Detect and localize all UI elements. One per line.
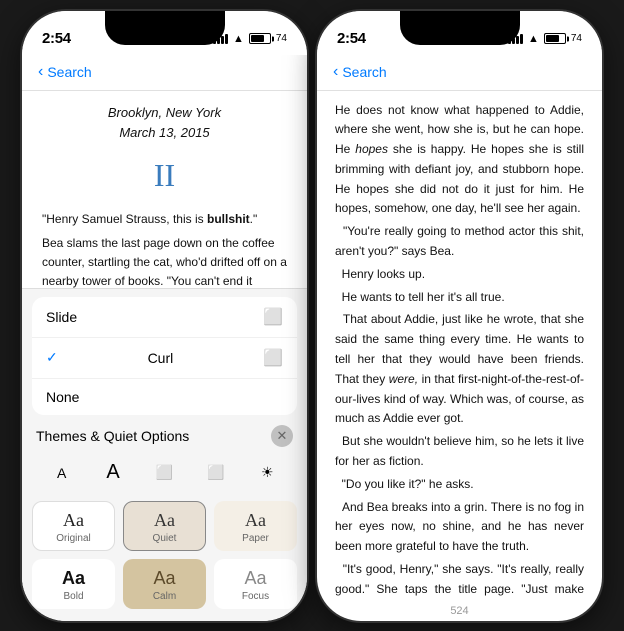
theme-paper[interactable]: Aa Paper (214, 501, 297, 551)
theme-label-paper: Paper (242, 533, 269, 544)
theme-label-original: Original (56, 533, 90, 544)
close-button[interactable]: ✕ (271, 425, 293, 447)
para-0: "Henry Samuel Strauss, this is bullshit.… (42, 210, 287, 229)
nav-back-label-right: Search (342, 64, 386, 80)
themes-header: Themes & Quiet Options ✕ (22, 419, 307, 451)
rp-3: He wants to tell her it's all true. (335, 288, 584, 308)
curl-icon: ⬜ (263, 348, 283, 368)
header-line2: March 13, 2015 (42, 123, 287, 143)
brightness-icon: ☀ (261, 464, 274, 481)
phones-container: 2:54 ▲ 74 ‹ (0, 0, 624, 631)
back-button-left[interactable]: ‹ Search (38, 63, 92, 81)
nav-bar-left: ‹ Search (22, 55, 307, 91)
font-style-button[interactable]: ⬜ (148, 457, 180, 489)
font-style-icon: ⬜ (156, 464, 173, 481)
status-icons-left: ▲ 74 (213, 33, 287, 45)
rp-6: "Do you like it?" he asks. (335, 475, 584, 495)
nav-back-label: Search (47, 64, 91, 80)
page-number: 524 (317, 601, 602, 621)
back-button-right[interactable]: ‹ Search (333, 63, 387, 81)
wifi-icon: ▲ (233, 33, 244, 45)
rp-8: "It's good, Henry," she says. "It's real… (335, 560, 584, 600)
slide-icon: ⬜ (263, 307, 283, 327)
none-label: None (46, 389, 79, 405)
battery-icon (249, 33, 271, 44)
wifi-icon-right: ▲ (528, 33, 539, 45)
rp-7: And Bea breaks into a grin. There is no … (335, 498, 584, 557)
theme-grid: Aa Original Aa Quiet Aa Paper Aa Bold (22, 495, 307, 621)
slide-label: Slide (46, 309, 77, 325)
theme-label-quiet: Quiet (153, 533, 177, 544)
battery-level-right: 74 (571, 33, 582, 44)
battery-icon-right (544, 33, 566, 44)
book-header: Brooklyn, New York March 13, 2015 (42, 103, 287, 143)
rp-4: That about Addie, just like he wrote, th… (335, 310, 584, 429)
font-small-button[interactable]: A (46, 457, 78, 489)
theme-bold[interactable]: Aa Bold (32, 559, 115, 609)
theme-original[interactable]: Aa Original (32, 501, 115, 551)
theme-aa-bold: Aa (62, 568, 85, 589)
slide-option-curl[interactable]: ✓ Curl ⬜ (32, 338, 297, 379)
notch-right (400, 11, 520, 45)
slide-option-none[interactable]: None (32, 379, 297, 415)
rp-1: "You're really going to method actor thi… (335, 222, 584, 262)
chevron-icon-right: ‹ (333, 63, 338, 81)
curl-label: Curl (148, 350, 174, 366)
theme-quiet[interactable]: Aa Quiet (123, 501, 206, 551)
check-icon: ✓ (46, 349, 58, 366)
book-content-right: He does not know what happened to Addie,… (317, 91, 602, 601)
rp-5: But she wouldn't believe him, so he lets… (335, 432, 584, 472)
theme-calm[interactable]: Aa Calm (123, 559, 206, 609)
slide-option-slide[interactable]: Slide ⬜ (32, 297, 297, 338)
brightness-button[interactable]: ☀ (251, 457, 283, 489)
rp-0: He does not know what happened to Addie,… (335, 101, 584, 220)
left-phone: 2:54 ▲ 74 ‹ (22, 11, 307, 621)
status-icons-right: ▲ 74 (508, 33, 582, 45)
theme-aa-calm: Aa (153, 568, 175, 589)
font-small-label: A (57, 465, 66, 481)
nav-bar-right: ‹ Search (317, 55, 602, 91)
theme-aa-original: Aa (63, 510, 84, 531)
slide-options: Slide ⬜ ✓ Curl ⬜ None (32, 297, 297, 415)
time-left: 2:54 (42, 30, 71, 47)
right-phone: 2:54 ▲ 74 ‹ (317, 11, 602, 621)
header-line1: Brooklyn, New York (42, 103, 287, 123)
layout-button[interactable]: ⬜ (200, 457, 232, 489)
font-large-button[interactable]: A (97, 457, 129, 489)
theme-label-calm: Calm (153, 591, 176, 602)
rp-2: Henry looks up. (335, 265, 584, 285)
time-right: 2:54 (337, 30, 366, 47)
theme-aa-focus: Aa (244, 568, 266, 589)
chapter-number: II (42, 151, 287, 201)
theme-aa-quiet: Aa (154, 510, 175, 531)
themes-title: Themes & Quiet Options (36, 428, 189, 444)
font-large-label: A (106, 461, 119, 484)
bottom-panel: Slide ⬜ ✓ Curl ⬜ None Themes & Quiet Opt… (22, 288, 307, 621)
notch (105, 11, 225, 45)
battery-level-left: 74 (276, 33, 287, 44)
theme-focus[interactable]: Aa Focus (214, 559, 297, 609)
layout-icon: ⬜ (207, 464, 224, 481)
theme-label-bold: Bold (63, 591, 83, 602)
toolbar-row: A A ⬜ ⬜ ☀ (22, 451, 307, 495)
chevron-icon: ‹ (38, 63, 43, 81)
theme-label-focus: Focus (242, 591, 269, 602)
theme-aa-paper: Aa (245, 510, 266, 531)
